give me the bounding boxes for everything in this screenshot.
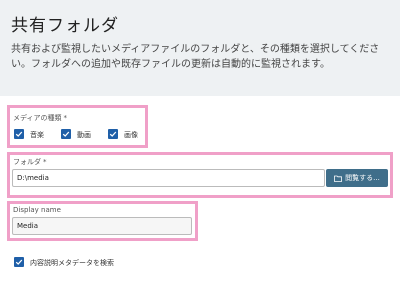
display-name-label: Display name bbox=[13, 206, 61, 214]
folder-path-input[interactable]: D:\media bbox=[12, 169, 325, 187]
required-mark: * bbox=[63, 114, 68, 122]
video-label: 動画 bbox=[77, 131, 91, 139]
metadata-checkbox[interactable] bbox=[14, 257, 24, 267]
folder-label-text: フォルダ bbox=[13, 158, 41, 166]
media-types-group bbox=[7, 105, 148, 148]
browse-button-label: 閲覧する... bbox=[345, 174, 380, 182]
page-title: 共有フォルダ bbox=[11, 16, 119, 36]
required-mark: * bbox=[43, 158, 47, 166]
page-header: 共有フォルダ 共有および監視したいメディアファイルのフォルダと、その種類を選択し… bbox=[0, 0, 400, 96]
music-label: 音楽 bbox=[30, 131, 44, 139]
checkmark-icon bbox=[15, 131, 23, 137]
image-label: 画像 bbox=[124, 131, 138, 139]
media-types-label: メディアの種類 * bbox=[13, 113, 67, 123]
folder-label: フォルダ * bbox=[13, 157, 47, 167]
music-checkbox[interactable] bbox=[14, 129, 24, 139]
description-line-1: 共有および監視したいメディアファイルのフォルダと、その種類を選択してくださ bbox=[11, 44, 380, 55]
image-checkbox[interactable] bbox=[108, 129, 118, 139]
folder-icon bbox=[334, 175, 343, 182]
display-name-input[interactable]: Media bbox=[12, 217, 192, 235]
metadata-label: 内容説明メタデータを検索 bbox=[30, 259, 114, 267]
checkmark-icon bbox=[62, 131, 70, 137]
description-line-2: い。フォルダへの追加や既存ファイルの更新は自動的に監視されます。 bbox=[11, 59, 330, 70]
media-types-label-text: メディアの種類 bbox=[13, 114, 62, 122]
browse-button[interactable]: 閲覧する... bbox=[326, 169, 388, 187]
page-description: 共有および監視したいメディアファイルのフォルダと、その種類を選択してくださ い。… bbox=[11, 42, 397, 72]
checkmark-icon bbox=[15, 259, 23, 265]
checkmark-icon bbox=[109, 131, 117, 137]
video-checkbox[interactable] bbox=[61, 129, 71, 139]
